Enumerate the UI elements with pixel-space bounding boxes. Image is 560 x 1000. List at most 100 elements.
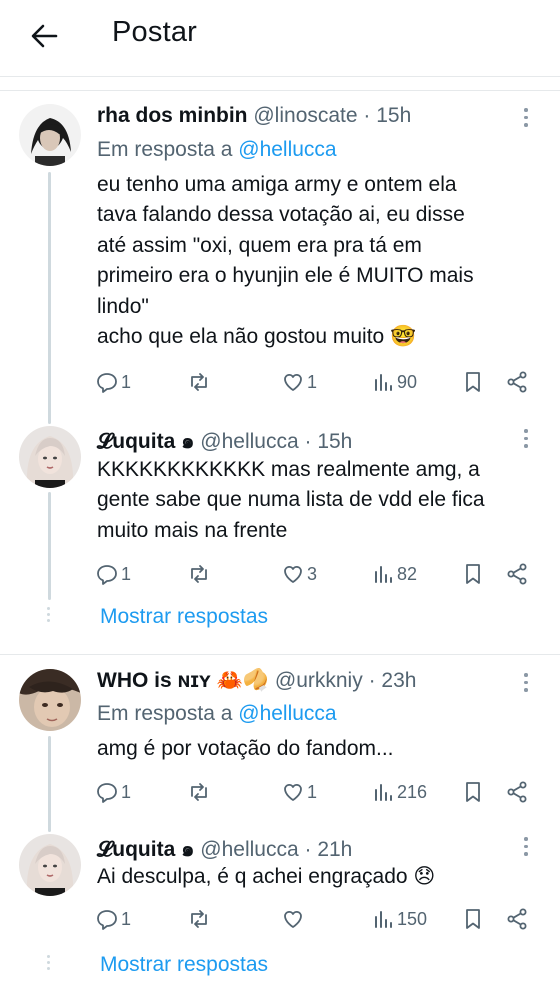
page-title: Postar: [112, 16, 198, 48]
reply-to-handle[interactable]: @hellucca: [238, 138, 336, 161]
avatar[interactable]: [19, 669, 81, 731]
post-text: Ai desculpa, é q achei engraçado 😞: [97, 865, 436, 888]
more-icon[interactable]: [522, 429, 530, 452]
repost-icon: [191, 783, 207, 801]
post-text: amg é por votação do fandom...: [97, 737, 394, 760]
post-time[interactable]: 15h: [317, 430, 352, 453]
thread-line: [48, 736, 51, 832]
share-icon: [507, 371, 527, 393]
like-button[interactable]: 1: [281, 778, 317, 806]
post-time[interactable]: 21h: [317, 838, 352, 861]
author-handle[interactable]: @hellucca: [200, 430, 298, 453]
share-button[interactable]: [505, 560, 529, 588]
repost-button[interactable]: [187, 368, 211, 396]
back-arrow-icon[interactable]: [28, 20, 60, 52]
author-handle[interactable]: @linoscate: [253, 104, 357, 127]
reply-count: 1: [121, 908, 132, 929]
top-bar: Postar: [0, 0, 560, 72]
post-actions: 1 1 90: [95, 368, 535, 396]
bookmark-icon: [466, 564, 480, 584]
like-icon: [284, 373, 302, 391]
share-button[interactable]: [505, 368, 529, 396]
more-icon[interactable]: [522, 673, 530, 696]
reply-prefix: Em resposta a: [97, 138, 233, 161]
repost-icon: [191, 910, 207, 928]
divider: [0, 654, 560, 655]
reply-button[interactable]: 1: [95, 778, 131, 806]
bookmark-button[interactable]: [461, 778, 485, 806]
more-icon[interactable]: [522, 837, 530, 860]
repost-icon: [191, 565, 207, 583]
author-name[interactable]: rha dos minbin: [97, 104, 248, 127]
show-replies-link[interactable]: Mostrar respostas: [100, 953, 268, 977]
post-text: KKKKKKKKKKKK mas realmente amg, a gente …: [97, 458, 485, 542]
like-count: 3: [307, 563, 318, 584]
bookmark-button[interactable]: [461, 560, 485, 588]
author-name[interactable]: 𝓛uquita ๑: [97, 430, 194, 453]
views-count: 82: [397, 563, 418, 584]
avatar[interactable]: [19, 104, 81, 166]
like-icon: [284, 910, 302, 928]
share-icon: [507, 563, 527, 585]
post-actions: 1 1 216: [95, 778, 535, 806]
share-icon: [507, 781, 527, 803]
views-button[interactable]: 150: [371, 905, 427, 933]
post-header: 𝓛uquita ๑ @hellucca · 15h: [97, 430, 353, 453]
like-icon: [284, 565, 302, 583]
post-header: WHO is ɴɪʏ 🦀🥠 @urkkniy · 23h: [97, 669, 417, 692]
author-name[interactable]: 𝓛uquita ๑: [97, 838, 194, 861]
avatar[interactable]: [19, 426, 81, 488]
bookmark-button[interactable]: [461, 368, 485, 396]
bookmark-icon: [466, 909, 480, 929]
like-icon: [284, 783, 302, 801]
post-time[interactable]: 15h: [376, 104, 411, 127]
views-button[interactable]: 82: [371, 560, 417, 588]
like-button[interactable]: 3: [281, 560, 317, 588]
views-icon: [375, 784, 392, 801]
more-icon[interactable]: [522, 108, 530, 131]
thread-line: [48, 492, 51, 600]
post-actions: 1 150: [95, 905, 535, 933]
share-button[interactable]: [505, 778, 529, 806]
author-name[interactable]: WHO is ɴɪʏ 🦀🥠: [97, 669, 269, 692]
views-button[interactable]: 216: [371, 778, 427, 806]
reply-icon: [97, 565, 117, 585]
thread-line: [48, 172, 51, 424]
avatar[interactable]: [19, 834, 81, 896]
repost-icon: [191, 373, 207, 391]
views-count: 150: [397, 908, 428, 929]
post-header: rha dos minbin @linoscate · 15h: [97, 104, 412, 127]
like-button[interactable]: [281, 905, 307, 933]
share-button[interactable]: [505, 905, 529, 933]
bookmark-button[interactable]: [461, 905, 485, 933]
reply-button[interactable]: 1: [95, 560, 131, 588]
repost-button[interactable]: [187, 778, 211, 806]
reply-prefix: Em resposta a: [97, 702, 233, 725]
like-button[interactable]: 1: [281, 368, 317, 396]
reply-context: Em resposta a @hellucca: [97, 138, 337, 162]
bookmark-icon: [466, 782, 480, 802]
repost-button[interactable]: [187, 905, 211, 933]
thread-dots: [47, 607, 51, 625]
divider: [0, 76, 560, 77]
post-actions: 1 3 82: [95, 560, 535, 588]
repost-button[interactable]: [187, 560, 211, 588]
reply-button[interactable]: 1: [95, 905, 131, 933]
views-icon: [375, 566, 392, 583]
reply-to-handle[interactable]: @hellucca: [238, 702, 336, 725]
author-handle[interactable]: @urkkniy: [275, 669, 363, 692]
post-text: eu tenho uma amiga army e ontem ela tava…: [97, 173, 474, 349]
reply-button[interactable]: 1: [95, 368, 131, 396]
views-button[interactable]: 90: [371, 368, 417, 396]
reply-count: 1: [121, 781, 132, 802]
like-count: 1: [307, 371, 318, 392]
reply-icon: [97, 373, 117, 393]
reply-icon: [97, 910, 117, 930]
views-icon: [375, 374, 392, 391]
show-replies-link[interactable]: Mostrar respostas: [100, 605, 268, 629]
post-time[interactable]: 23h: [381, 669, 416, 692]
author-handle[interactable]: @hellucca: [200, 838, 298, 861]
views-count: 90: [397, 371, 418, 392]
share-icon: [507, 908, 527, 930]
reply-context: Em resposta a @hellucca: [97, 702, 337, 726]
